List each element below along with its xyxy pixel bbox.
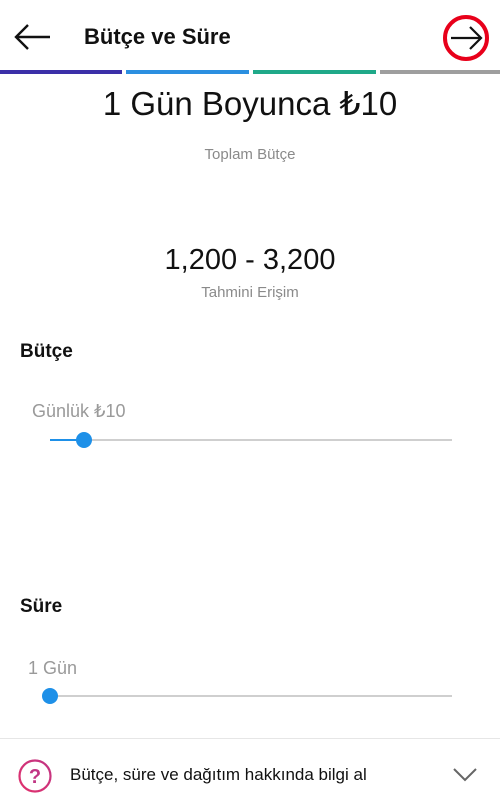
step-segment-2 bbox=[126, 70, 249, 74]
daily-budget-label: Günlük ₺10 bbox=[32, 401, 126, 421]
question-circle-icon: ? bbox=[18, 759, 52, 793]
page-title: Bütçe ve Süre bbox=[84, 24, 231, 49]
duration-section-title: Süre bbox=[20, 596, 63, 617]
budget-slider-thumb[interactable] bbox=[76, 432, 93, 448]
total-budget-caption: Toplam Bütçe bbox=[204, 146, 296, 163]
duration-slider-track[interactable] bbox=[50, 695, 452, 697]
budget-headline: 1 Gün Boyunca ₺10 bbox=[102, 85, 398, 122]
estimated-reach-value: 1,200 - 3,200 bbox=[164, 244, 336, 276]
duration-label: 1 Gün bbox=[28, 658, 78, 678]
footer-divider bbox=[0, 738, 500, 739]
next-button[interactable] bbox=[442, 14, 490, 62]
step-segment-3 bbox=[253, 70, 376, 74]
budget-slider-track[interactable] bbox=[50, 439, 452, 441]
back-button[interactable] bbox=[12, 16, 54, 58]
budget-section-title: Bütçe bbox=[20, 341, 73, 362]
arrow-left-icon bbox=[14, 24, 50, 50]
chevron-down-icon[interactable] bbox=[452, 766, 478, 784]
help-info-text[interactable]: Bütçe, süre ve dağıtım hakkında bilgi al bbox=[70, 765, 367, 785]
step-segment-1 bbox=[0, 70, 122, 74]
step-progress-bar bbox=[0, 70, 500, 74]
estimated-reach-caption: Tahmini Erişim bbox=[201, 284, 299, 301]
duration-slider-thumb[interactable] bbox=[42, 688, 58, 704]
svg-text:?: ? bbox=[29, 766, 41, 788]
arrow-right-icon bbox=[443, 15, 489, 61]
step-segment-4 bbox=[380, 70, 500, 74]
top-bar: Bütçe ve Süre bbox=[0, 0, 500, 70]
